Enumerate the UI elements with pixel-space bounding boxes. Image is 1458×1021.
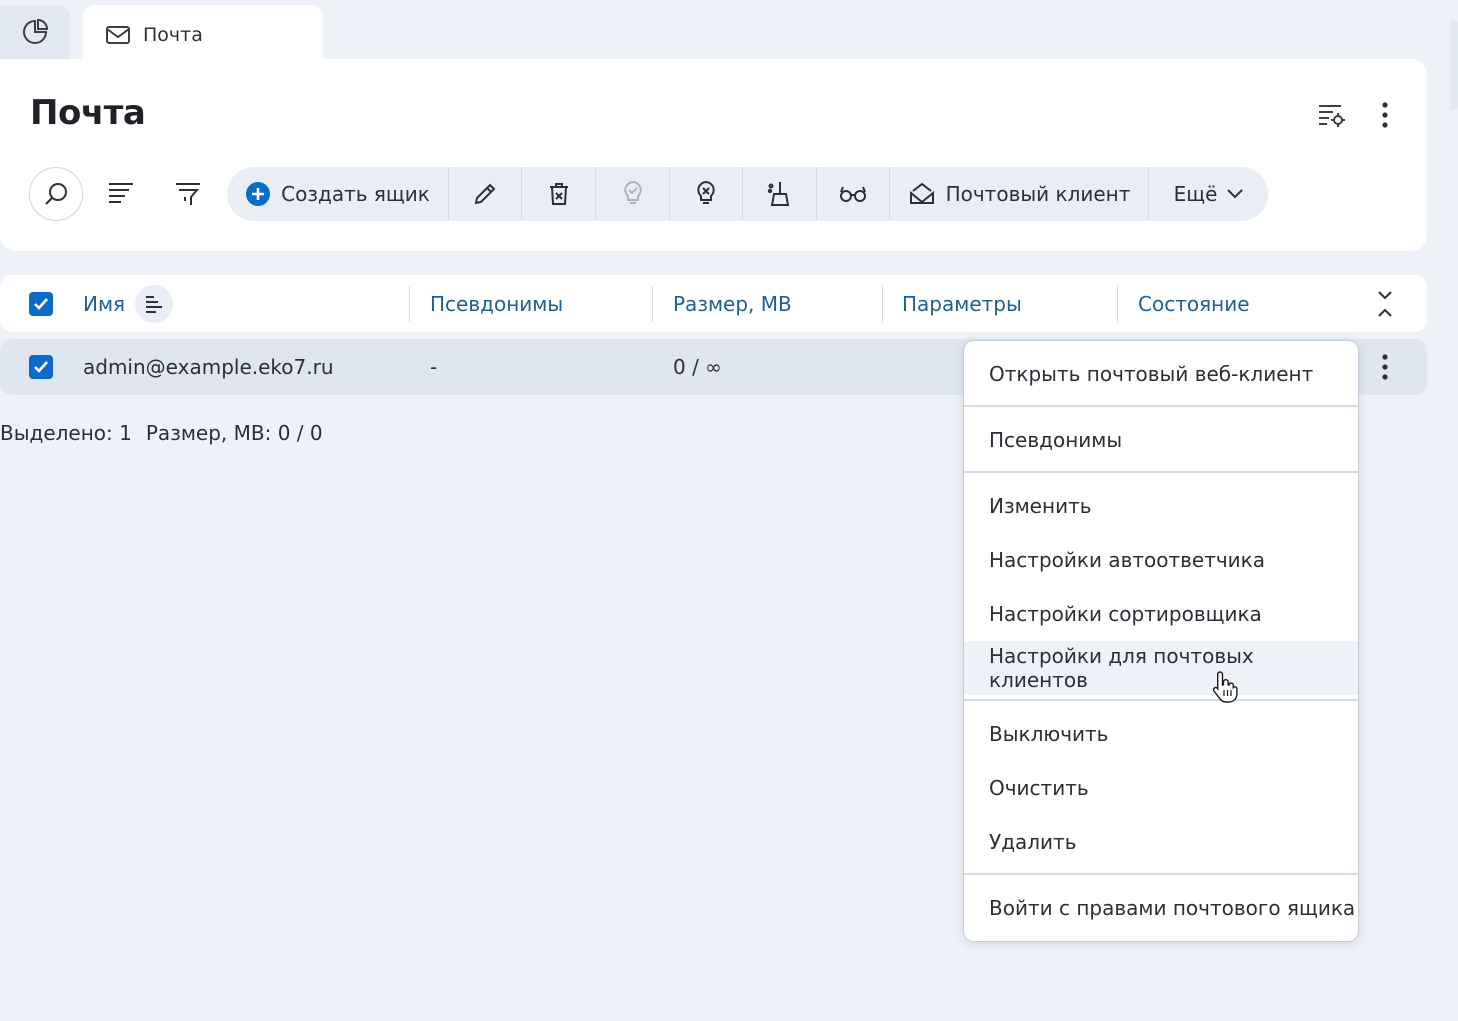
cell-size: 0 / ∞ — [673, 355, 722, 379]
view-button[interactable] — [817, 167, 890, 221]
hand-cursor-icon — [1212, 670, 1238, 704]
menu-divider — [964, 471, 1358, 473]
disable-button[interactable] — [670, 167, 743, 221]
check-icon — [33, 297, 49, 311]
table-settings-button[interactable] — [1315, 99, 1347, 131]
clean-button[interactable] — [743, 167, 817, 221]
column-divider[interactable] — [652, 286, 653, 322]
row-checkbox[interactable] — [29, 355, 53, 379]
cell-aliases: - — [430, 355, 438, 379]
sort-asc-icon — [144, 295, 164, 313]
broom-icon — [766, 180, 794, 208]
more-label: Ещё — [1173, 182, 1218, 206]
tab-dashboard[interactable] — [0, 5, 70, 59]
actions-toolbar: Создать ящик Почтовый клиент Ещё — [227, 167, 1268, 221]
selected-count: Выделено: 1 — [0, 421, 132, 445]
row-context-menu: Открыть почтовый веб-клиент Псевдонимы И… — [964, 341, 1358, 941]
bulb-off-icon — [694, 180, 718, 208]
menu-item-mail-client-settings[interactable]: Настройки для почтовых клиентов — [964, 641, 1358, 695]
header-card: Почта Создать ящик Почтовый клиент Ещё — [0, 59, 1427, 251]
menu-item-aliases[interactable]: Псевдонимы — [964, 413, 1358, 467]
plus-circle-icon — [245, 181, 271, 207]
glasses-icon — [839, 184, 867, 204]
sort-button[interactable] — [106, 179, 136, 209]
mail-client-label: Почтовый клиент — [945, 182, 1131, 206]
mail-client-button[interactable]: Почтовый клиент — [890, 167, 1149, 221]
menu-item-login-as-mailbox[interactable]: Войти с правами почтового ящика — [964, 881, 1358, 935]
column-header-params[interactable]: Параметры — [902, 292, 1022, 316]
inbox-icon — [908, 181, 936, 207]
page-title: Почта — [30, 93, 146, 133]
column-header-state[interactable]: Состояние — [1138, 292, 1250, 316]
tab-mail[interactable]: Почта — [83, 5, 323, 65]
menu-item-clean[interactable]: Очистить — [964, 761, 1358, 815]
filter-icon — [174, 181, 202, 207]
column-header-size[interactable]: Размер, МB — [673, 292, 792, 316]
more-vertical-icon — [1381, 353, 1389, 381]
column-divider[interactable] — [1117, 286, 1118, 322]
pie-chart-icon — [21, 18, 49, 46]
column-divider[interactable] — [882, 286, 883, 322]
table-header: Имя Псевдонимы Размер, МB Параметры Сост… — [0, 275, 1427, 332]
row-menu-button[interactable] — [1381, 353, 1389, 381]
search-icon — [43, 181, 69, 207]
menu-item-open-webmail[interactable]: Открыть почтовый веб-клиент — [964, 347, 1358, 401]
column-header-name[interactable]: Имя — [83, 292, 125, 316]
sort-name-button[interactable] — [135, 285, 173, 323]
create-mailbox-button[interactable]: Создать ящик — [227, 167, 449, 221]
menu-item-edit[interactable]: Изменить — [964, 479, 1358, 533]
delete-button[interactable] — [522, 167, 596, 221]
menu-item-autoresponder[interactable]: Настройки автоответчика — [964, 533, 1358, 587]
list-settings-icon — [1316, 101, 1346, 129]
collapse-expand-button[interactable] — [1376, 289, 1394, 319]
menu-item-delete[interactable]: Удалить — [964, 815, 1358, 869]
selection-status: Выделено: 1 Размер, МB: 0 / 0 — [0, 421, 323, 445]
menu-item-disable[interactable]: Выключить — [964, 707, 1358, 761]
filter-button[interactable] — [173, 179, 203, 209]
selected-size: Размер, МB: 0 / 0 — [145, 421, 323, 445]
page-menu-button[interactable] — [1369, 99, 1401, 131]
pencil-icon — [472, 181, 498, 207]
search-button[interactable] — [29, 167, 83, 221]
scrollbar[interactable] — [1450, 20, 1458, 110]
collapse-arrows-icon — [1376, 289, 1394, 319]
cell-name: admin@example.eko7.ru — [83, 355, 334, 379]
more-vertical-icon — [1381, 101, 1389, 129]
menu-divider — [964, 405, 1358, 407]
bulb-check-icon — [621, 180, 645, 208]
envelope-icon — [105, 24, 131, 46]
chevron-down-icon — [1227, 189, 1244, 199]
column-divider[interactable] — [409, 286, 410, 322]
sort-lines-icon — [107, 181, 135, 207]
menu-divider — [964, 699, 1358, 701]
edit-button[interactable] — [449, 167, 522, 221]
create-mailbox-label: Создать ящик — [281, 182, 430, 206]
more-dropdown[interactable]: Ещё — [1149, 167, 1268, 221]
enable-button[interactable] — [596, 167, 670, 221]
column-header-aliases[interactable]: Псевдонимы — [430, 292, 563, 316]
tab-mail-label: Почта — [143, 24, 203, 46]
menu-divider — [964, 873, 1358, 875]
check-icon — [33, 360, 49, 374]
select-all-checkbox[interactable] — [29, 292, 53, 316]
menu-item-sorter[interactable]: Настройки сортировщика — [964, 587, 1358, 641]
trash-icon — [547, 181, 571, 207]
